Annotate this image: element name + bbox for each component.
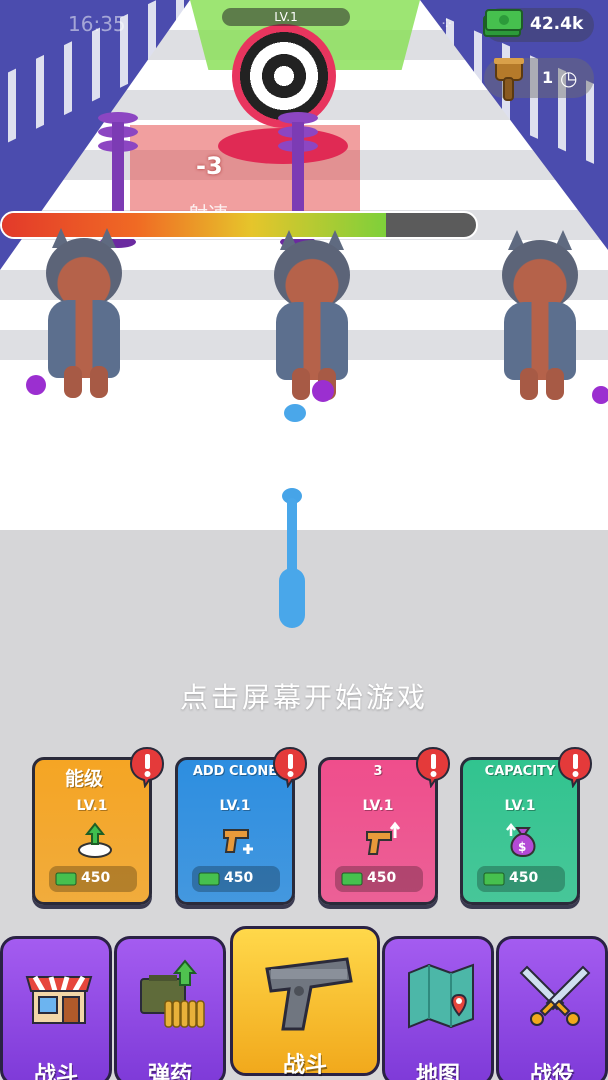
upgrade-card-capacity[interactable]: CAPACITY LV.1 $ 450 xyxy=(460,746,593,905)
card-price: 450 xyxy=(192,866,280,892)
cash-icon xyxy=(341,872,363,886)
card-level: LV.1 xyxy=(362,798,394,814)
nav-item-map[interactable]: 地图 xyxy=(382,936,494,1080)
upgrade-card-power[interactable]: 能级 LV.1 450 xyxy=(32,746,165,905)
card-price: 450 xyxy=(49,866,137,892)
card-price-value: 450 xyxy=(509,870,539,886)
card-price: 450 xyxy=(335,866,423,892)
purple-ball xyxy=(26,375,46,395)
level-indicator: LV.1 xyxy=(222,8,350,26)
card-level: LV.1 xyxy=(76,798,108,814)
nav-item-shop[interactable]: 战斗 xyxy=(0,936,112,1080)
alert-icon xyxy=(557,746,593,788)
nav-label: 弹药 xyxy=(147,1063,192,1080)
hammer-count: 1 xyxy=(542,68,554,87)
blue-projectile xyxy=(276,488,308,636)
nav-label: 地图 xyxy=(415,1063,460,1080)
status-time: 16:35 xyxy=(68,12,126,36)
nav-label: 战斗 xyxy=(33,1063,78,1080)
card-level: LV.1 xyxy=(504,798,536,814)
hammer-icon xyxy=(494,58,524,101)
nav-item-campaign[interactable]: 战役 xyxy=(496,936,608,1080)
card-price-value: 450 xyxy=(224,870,254,886)
purple-ball xyxy=(312,380,334,402)
gun-upgrade-icon xyxy=(366,821,401,855)
cash-icon xyxy=(198,872,220,886)
bottom-nav: 战斗 弹药 战斗 地图 战役 xyxy=(0,926,608,1080)
signal-icon: ⁘ xyxy=(440,14,454,33)
money-counter: 42.4k xyxy=(483,8,594,42)
crossed-swords-icon xyxy=(519,965,591,1026)
nav-item-battle[interactable]: 战斗 xyxy=(230,926,380,1078)
card-price: 450 xyxy=(477,866,565,892)
gun-clone-icon xyxy=(223,829,253,854)
enemy-character xyxy=(262,230,362,400)
tap-to-start-hint: 点击屏幕开始游戏 xyxy=(179,681,428,714)
power-base-icon xyxy=(78,822,112,858)
map-icon xyxy=(408,963,474,1029)
card-price-value: 450 xyxy=(367,870,397,886)
cash-icon xyxy=(483,872,505,886)
upgrade-card-add-clone[interactable]: ADD CLONE LV.1 450 xyxy=(175,746,308,905)
enemy-character xyxy=(490,230,590,400)
pistol-icon xyxy=(265,957,353,1031)
cash-stack-icon xyxy=(483,9,523,37)
alert-icon xyxy=(272,746,308,788)
alert-icon xyxy=(415,746,451,788)
game-scene[interactable]: -3 射速 xyxy=(0,0,608,860)
money-amount: 42.4k xyxy=(530,14,584,34)
blue-droplet xyxy=(284,404,306,422)
ammo-icon xyxy=(140,959,205,1028)
card-level: LV.1 xyxy=(219,798,251,814)
hammer-counter[interactable]: 1 ◷ xyxy=(484,58,594,101)
nav-label: 战斗 xyxy=(282,1053,327,1078)
shop-icon xyxy=(25,975,93,1024)
enemy-character xyxy=(34,228,134,398)
purple-ball xyxy=(592,386,608,404)
damage-text: -3 xyxy=(196,152,223,180)
alert-icon xyxy=(129,746,165,788)
card-title: 能级 xyxy=(65,768,104,790)
nav-label: 战役 xyxy=(529,1063,574,1080)
money-bag-icon: $ xyxy=(506,822,536,858)
health-bar xyxy=(0,211,478,239)
nav-item-ammo[interactable]: 弹药 xyxy=(114,936,226,1080)
clock-icon: ◷ xyxy=(560,66,578,90)
svg-text:$: $ xyxy=(518,840,526,854)
cash-icon xyxy=(55,872,77,886)
card-price-value: 450 xyxy=(81,870,111,886)
upgrade-card-gun[interactable]: 3 LV.1 450 xyxy=(318,746,451,905)
